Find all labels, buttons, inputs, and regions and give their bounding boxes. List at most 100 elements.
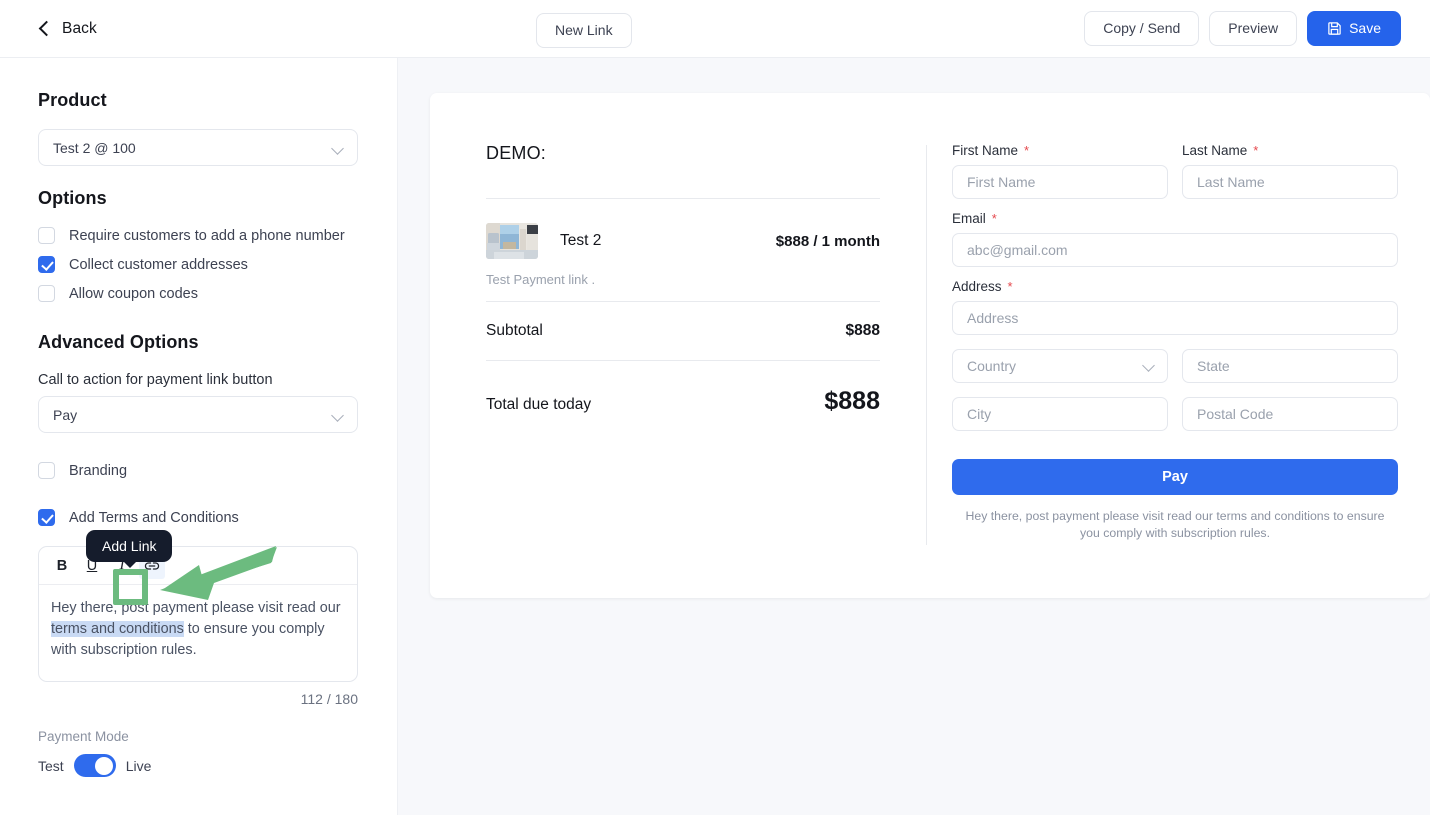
editor-toolbar: B U I bbox=[39, 547, 357, 585]
link-chain-icon bbox=[144, 561, 160, 570]
payment-mode-toggle[interactable] bbox=[73, 754, 116, 777]
line-item-price: $888 / 1 month bbox=[775, 232, 880, 250]
checkout-form-pane: First Name * Last Name * bbox=[926, 93, 1430, 598]
room-photo-thumbnail bbox=[486, 223, 538, 259]
city-group bbox=[952, 397, 1168, 431]
character-counter: 112 / 180 bbox=[300, 691, 358, 707]
payment-mode-label: Payment Mode bbox=[38, 729, 129, 744]
checkout-preview-card: DEMO: Test 2 $888 / 1 month Test Payment… bbox=[430, 93, 1430, 598]
line-item-description: Test Payment link . bbox=[486, 272, 596, 287]
subtotal-value: $888 bbox=[845, 322, 880, 339]
option-require-phone-label: Require customers to add a phone number bbox=[69, 227, 345, 244]
payment-mode-row: Test Live bbox=[38, 754, 359, 777]
product-section-heading: Product bbox=[38, 90, 107, 110]
checkbox-collect-addresses[interactable] bbox=[38, 256, 55, 273]
checkbox-require-phone[interactable] bbox=[38, 227, 55, 244]
product-select-value: Test 2 @ 100 bbox=[53, 139, 136, 156]
name-row: First Name * Last Name * bbox=[952, 143, 1398, 199]
email-label-row: Email * bbox=[952, 211, 1398, 226]
subtotal-row: Subtotal $888 bbox=[486, 302, 880, 360]
email-input[interactable] bbox=[952, 233, 1398, 267]
required-asterisk: * bbox=[1007, 279, 1013, 294]
floppy-disk-save-icon bbox=[1328, 22, 1341, 35]
option-require-phone[interactable]: Require customers to add a phone number bbox=[38, 221, 359, 250]
back-button[interactable]: Back bbox=[38, 20, 97, 38]
new-link-button-wrapper: New Link bbox=[536, 13, 632, 49]
underline-button[interactable]: U bbox=[79, 553, 105, 579]
checkbox-branding[interactable] bbox=[38, 462, 55, 479]
cta-select[interactable]: Pay bbox=[38, 396, 358, 433]
new-link-button[interactable]: New Link bbox=[536, 13, 632, 49]
last-name-label-row: Last Name * bbox=[1182, 143, 1398, 158]
subtotal-label: Subtotal bbox=[486, 322, 543, 339]
postal-code-input[interactable] bbox=[1182, 397, 1398, 431]
option-branding-label: Branding bbox=[69, 462, 128, 479]
order-summary-pane: DEMO: Test 2 $888 / 1 month Test Payment… bbox=[430, 93, 926, 598]
chevron-down-icon bbox=[1144, 361, 1154, 371]
save-button[interactable]: Save bbox=[1307, 11, 1401, 47]
last-name-group: Last Name * bbox=[1182, 143, 1398, 199]
state-input[interactable] bbox=[1182, 349, 1398, 383]
first-name-group: First Name * bbox=[952, 143, 1168, 199]
cta-field-label: Call to action for payment link button bbox=[38, 372, 273, 388]
add-link-button[interactable] bbox=[139, 552, 165, 579]
first-name-input[interactable] bbox=[952, 165, 1168, 199]
option-terms-conditions[interactable]: Add Terms and Conditions bbox=[38, 503, 359, 532]
cta-select-value: Pay bbox=[53, 406, 78, 423]
payment-mode-live-label: Live bbox=[125, 757, 152, 774]
bold-button[interactable]: B bbox=[49, 553, 75, 579]
city-input[interactable] bbox=[952, 397, 1168, 431]
address-input[interactable] bbox=[952, 301, 1398, 335]
first-name-label: First Name bbox=[952, 143, 1019, 158]
required-asterisk: * bbox=[991, 211, 997, 226]
terms-rich-text-editor: B U I Hey there, post payment please vis… bbox=[38, 546, 358, 682]
app-root: Back New Link Copy / Send Preview Save P… bbox=[0, 0, 1430, 815]
state-group bbox=[1182, 349, 1398, 383]
payment-mode-test-label: Test bbox=[38, 757, 64, 774]
option-terms-conditions-label: Add Terms and Conditions bbox=[69, 509, 239, 526]
terms-note: Hey there, post payment please visit rea… bbox=[965, 509, 1385, 541]
postal-group bbox=[1182, 397, 1398, 431]
checkbox-allow-coupons[interactable] bbox=[38, 285, 55, 302]
option-collect-addresses-label: Collect customer addresses bbox=[69, 256, 248, 273]
chevron-left-icon bbox=[38, 22, 52, 36]
top-toolbar: Back New Link Copy / Send Preview Save bbox=[0, 0, 1430, 58]
product-select[interactable]: Test 2 @ 100 bbox=[38, 129, 358, 166]
country-group bbox=[952, 349, 1168, 383]
chevron-down-icon bbox=[333, 144, 343, 154]
advanced-options-heading: Advanced Options bbox=[38, 332, 199, 352]
checkbox-terms-conditions[interactable] bbox=[38, 509, 55, 526]
total-due-row: Total due today $888 bbox=[486, 361, 880, 416]
last-name-input[interactable] bbox=[1182, 165, 1398, 199]
first-name-label-row: First Name * bbox=[952, 143, 1168, 158]
option-collect-addresses[interactable]: Collect customer addresses bbox=[38, 250, 359, 279]
settings-sidebar: Product Test 2 @ 100 Options Require cus… bbox=[0, 58, 398, 815]
back-button-label: Back bbox=[62, 19, 97, 37]
address-label: Address bbox=[952, 279, 1002, 294]
option-branding[interactable]: Branding bbox=[38, 456, 359, 485]
preview-title: DEMO: bbox=[486, 143, 547, 163]
editor-text-area[interactable]: Hey there, post payment please visit rea… bbox=[39, 585, 357, 681]
country-state-row bbox=[952, 349, 1398, 383]
toggle-knob bbox=[95, 756, 114, 775]
city-postal-row bbox=[952, 397, 1398, 431]
preview-canvas: DEMO: Test 2 $888 / 1 month Test Payment… bbox=[398, 58, 1430, 815]
required-asterisk: * bbox=[1024, 143, 1030, 158]
option-allow-coupons[interactable]: Allow coupon codes bbox=[38, 279, 359, 308]
chevron-down-icon bbox=[333, 411, 343, 421]
line-item-row: Test 2 $888 / 1 month bbox=[486, 199, 880, 259]
preview-button[interactable]: Preview bbox=[1209, 11, 1298, 47]
copy-send-button[interactable]: Copy / Send bbox=[1084, 11, 1200, 47]
editor-text-selected: terms and conditions bbox=[51, 620, 184, 637]
option-allow-coupons-label: Allow coupon codes bbox=[69, 285, 198, 302]
save-button-label: Save bbox=[1349, 20, 1381, 36]
line-item-name: Test 2 bbox=[560, 232, 602, 249]
pay-button[interactable]: Pay bbox=[952, 459, 1398, 495]
total-due-label: Total due today bbox=[486, 396, 592, 413]
last-name-label: Last Name bbox=[1182, 143, 1248, 158]
email-label: Email bbox=[952, 211, 986, 226]
total-due-value: $888 bbox=[824, 387, 880, 415]
italic-button[interactable]: I bbox=[109, 553, 135, 579]
country-select[interactable] bbox=[952, 349, 1168, 383]
options-section-heading: Options bbox=[38, 188, 107, 208]
